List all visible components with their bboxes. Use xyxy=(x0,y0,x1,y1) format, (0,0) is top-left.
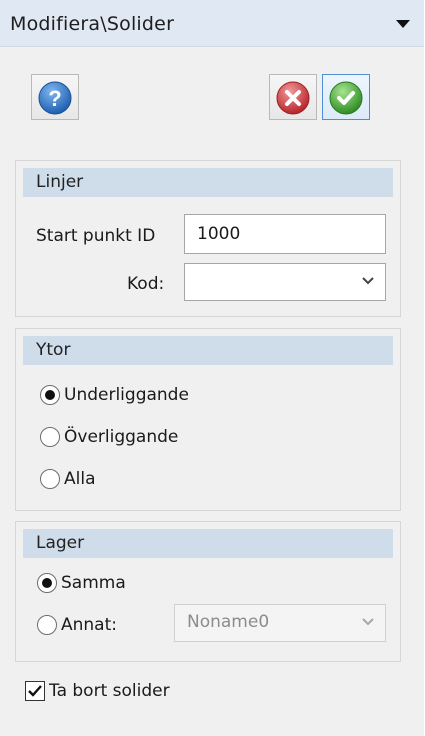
linjer-header: Linjer xyxy=(23,168,393,197)
radio-label: Alla xyxy=(64,469,96,489)
kod-label: Kod: xyxy=(127,274,165,294)
radio-circle[interactable] xyxy=(40,385,60,405)
radio-circle[interactable] xyxy=(40,469,60,489)
start-punkt-label: Start punkt ID xyxy=(36,226,156,246)
radio-label: Samma xyxy=(61,573,126,593)
radio-circle[interactable] xyxy=(37,615,57,635)
ytor-group: Ytor Underliggande Överliggande Alla xyxy=(15,328,401,511)
lager-header-label: Lager xyxy=(36,533,85,553)
cancel-icon xyxy=(276,81,310,115)
checkmark-icon xyxy=(28,685,42,697)
radio-label: Annat: xyxy=(61,615,117,635)
kod-combobox[interactable] xyxy=(184,263,386,301)
radio-annat[interactable]: Annat: xyxy=(37,615,117,635)
dropdown-menu-icon[interactable] xyxy=(396,20,410,28)
panel-titlebar: Modifiera\Solider xyxy=(0,0,424,47)
help-button[interactable]: ? xyxy=(31,74,79,120)
radio-alla[interactable]: Alla xyxy=(40,469,96,489)
ytor-header-label: Ytor xyxy=(36,340,71,360)
chevron-down-icon xyxy=(362,618,374,626)
checkbox-box[interactable] xyxy=(25,681,45,701)
lager-combobox[interactable]: Noname0 xyxy=(174,604,386,642)
linjer-header-label: Linjer xyxy=(36,172,84,192)
radio-samma[interactable]: Samma xyxy=(37,573,126,593)
solider-panel: Modifiera\Solider ? Linjer Start punkt I… xyxy=(0,0,424,736)
ta-bort-solider-checkbox[interactable]: Ta bort solider xyxy=(25,681,170,701)
lager-group: Lager Samma Annat: Noname0 xyxy=(15,521,401,662)
checkmark-icon xyxy=(329,81,363,115)
radio-label: Underliggande xyxy=(64,385,189,405)
linjer-group: Linjer Start punkt ID 1000 Kod: xyxy=(15,160,401,317)
panel-title: Modifiera\Solider xyxy=(10,13,175,35)
chevron-down-icon xyxy=(362,277,374,285)
radio-circle[interactable] xyxy=(37,573,57,593)
ta-bort-label: Ta bort solider xyxy=(49,681,170,701)
svg-text:?: ? xyxy=(48,86,61,111)
cancel-button[interactable] xyxy=(269,74,317,120)
start-punkt-input[interactable]: 1000 xyxy=(184,214,386,254)
radio-label: Överliggande xyxy=(64,427,179,447)
radio-circle[interactable] xyxy=(40,427,60,447)
radio-overliggande[interactable]: Överliggande xyxy=(40,427,178,447)
radio-underliggande[interactable]: Underliggande xyxy=(40,385,189,405)
ytor-header: Ytor xyxy=(23,336,393,365)
ok-button[interactable] xyxy=(322,74,370,120)
lager-header: Lager xyxy=(23,529,393,558)
help-icon: ? xyxy=(38,81,72,115)
lager-value: Noname0 xyxy=(187,612,270,632)
